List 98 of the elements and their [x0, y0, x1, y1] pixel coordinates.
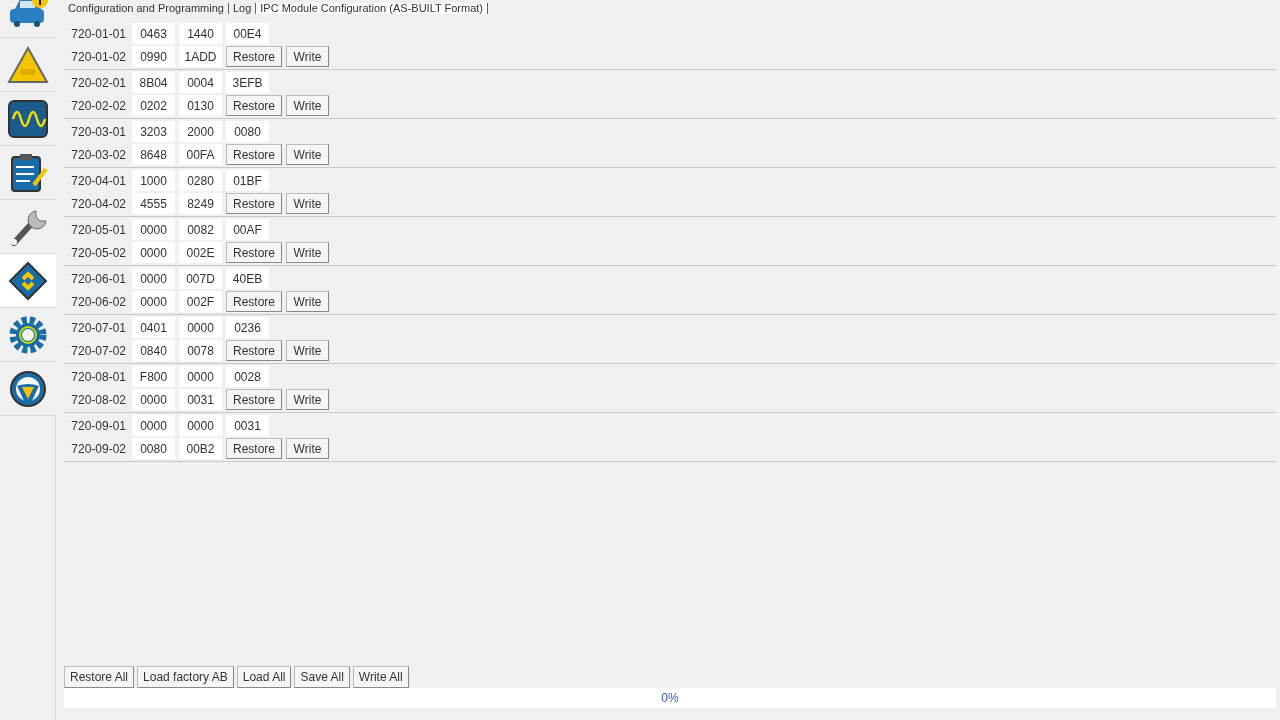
address-label: 720-04-02: [70, 195, 127, 213]
value-field[interactable]: 0130: [179, 95, 222, 116]
value-field[interactable]: 0840: [132, 340, 175, 361]
write-button[interactable]: Write: [286, 291, 329, 312]
value-field[interactable]: 40EB: [226, 268, 269, 289]
action-button[interactable]: Write All: [352, 666, 409, 688]
progress-reading: 0%: [661, 690, 679, 707]
address-label: 720-08-02: [70, 391, 127, 409]
value-field[interactable]: 0236: [226, 317, 269, 338]
value-field[interactable]: 1ADD: [179, 46, 222, 67]
value-field[interactable]: 8648: [132, 144, 175, 165]
value-field[interactable]: 0000: [179, 415, 222, 436]
write-button[interactable]: Write: [286, 46, 329, 67]
value-field[interactable]: 1440: [179, 23, 222, 44]
action-button[interactable]: Restore All: [64, 666, 135, 688]
value-field[interactable]: 0000: [179, 366, 222, 387]
value-field[interactable]: 0031: [179, 389, 222, 410]
write-button[interactable]: Write: [286, 438, 329, 459]
restore-button[interactable]: Restore: [226, 193, 282, 214]
chip-icon: [6, 260, 50, 301]
sidebar-item[interactable]: [0, 146, 56, 200]
value-field[interactable]: 0463: [132, 23, 175, 44]
value-field[interactable]: 002F: [179, 291, 222, 312]
value-field[interactable]: 00B2: [179, 438, 222, 459]
write-button[interactable]: Write: [286, 389, 329, 410]
value-field[interactable]: 007D: [179, 268, 222, 289]
value-field[interactable]: 0000: [132, 242, 175, 263]
value-field[interactable]: 0028: [226, 366, 269, 387]
value-field[interactable]: 0004: [179, 72, 222, 93]
value-field[interactable]: 0000: [132, 268, 175, 289]
warning-triangle-icon: [6, 44, 50, 85]
restore-button[interactable]: Restore: [226, 95, 282, 116]
address-label: 720-01-02: [70, 48, 127, 66]
waveform-icon: [6, 98, 50, 139]
value-field[interactable]: 0000: [132, 219, 175, 240]
address-label: 720-07-01: [70, 319, 127, 337]
value-field[interactable]: 01BF: [226, 170, 269, 191]
address-label: 720-08-01: [70, 368, 127, 386]
value-field[interactable]: 002E: [179, 242, 222, 263]
write-button[interactable]: Write: [286, 95, 329, 116]
address-label: 720-02-02: [70, 97, 127, 115]
write-button[interactable]: Write: [286, 144, 329, 165]
write-button[interactable]: Write: [286, 193, 329, 214]
value-field[interactable]: 4555: [132, 193, 175, 214]
sidebar-item[interactable]: [0, 92, 56, 146]
address-label: 720-09-02: [70, 440, 127, 458]
value-field[interactable]: 0000: [132, 291, 175, 312]
write-button[interactable]: Write: [286, 340, 329, 361]
write-button[interactable]: Write: [286, 242, 329, 263]
restore-button[interactable]: Restore: [226, 144, 282, 165]
value-field[interactable]: 0082: [179, 219, 222, 240]
value-field[interactable]: 0000: [179, 317, 222, 338]
restore-button[interactable]: Restore: [226, 46, 282, 67]
value-field[interactable]: 00AF: [226, 219, 269, 240]
value-field[interactable]: 00FA: [179, 144, 222, 165]
value-field[interactable]: 3203: [132, 121, 175, 142]
address-label: 720-04-01: [70, 172, 127, 190]
value-field[interactable]: 0990: [132, 46, 175, 67]
sidebar-item[interactable]: [0, 0, 56, 38]
value-field[interactable]: 1000: [132, 170, 175, 191]
restore-button[interactable]: Restore: [226, 438, 282, 459]
address-label: 720-01-01: [70, 25, 127, 43]
value-field[interactable]: 0080: [226, 121, 269, 142]
address-label: 720-07-02: [70, 342, 127, 360]
value-field[interactable]: 0031: [226, 415, 269, 436]
value-field[interactable]: 0000: [132, 415, 175, 436]
value-field[interactable]: 0078: [179, 340, 222, 361]
value-field[interactable]: 00E4: [226, 23, 269, 44]
restore-button[interactable]: Restore: [226, 291, 282, 312]
address-label: 720-05-02: [70, 244, 127, 262]
address-label: 720-06-01: [70, 270, 127, 288]
address-label: 720-02-01: [70, 74, 127, 92]
tab[interactable]: IPC Module Configuration (AS-BUILT Format): [256, 2, 488, 14]
value-field[interactable]: 8B04: [132, 72, 175, 93]
value-field[interactable]: 3EFB: [226, 72, 269, 93]
value-field[interactable]: 0280: [179, 170, 222, 191]
restore-button[interactable]: Restore: [226, 242, 282, 263]
restore-button[interactable]: Restore: [226, 340, 282, 361]
value-field[interactable]: 2000: [179, 121, 222, 142]
tab[interactable]: Configuration and Programming: [64, 2, 229, 14]
address-label: 720-05-01: [70, 221, 127, 239]
value-field[interactable]: 0080: [132, 438, 175, 459]
action-button[interactable]: Load factory AB: [137, 666, 234, 688]
value-field[interactable]: F800: [132, 366, 175, 387]
action-button[interactable]: Save All: [294, 666, 350, 688]
address-label: 720-03-02: [70, 146, 127, 164]
value-field[interactable]: 0202: [132, 95, 175, 116]
address-label: 720-09-01: [70, 417, 127, 435]
action-button[interactable]: Load All: [236, 666, 292, 688]
sidebar-item[interactable]: [0, 362, 56, 416]
address-label: 720-06-02: [70, 293, 127, 311]
sidebar-item[interactable]: [0, 200, 56, 254]
sidebar-item[interactable]: [0, 254, 56, 308]
value-field[interactable]: 8249: [179, 193, 222, 214]
restore-button[interactable]: Restore: [226, 389, 282, 410]
address-label: 720-03-01: [70, 123, 127, 141]
value-field[interactable]: 0401: [132, 317, 175, 338]
value-field[interactable]: 0000: [132, 389, 175, 410]
